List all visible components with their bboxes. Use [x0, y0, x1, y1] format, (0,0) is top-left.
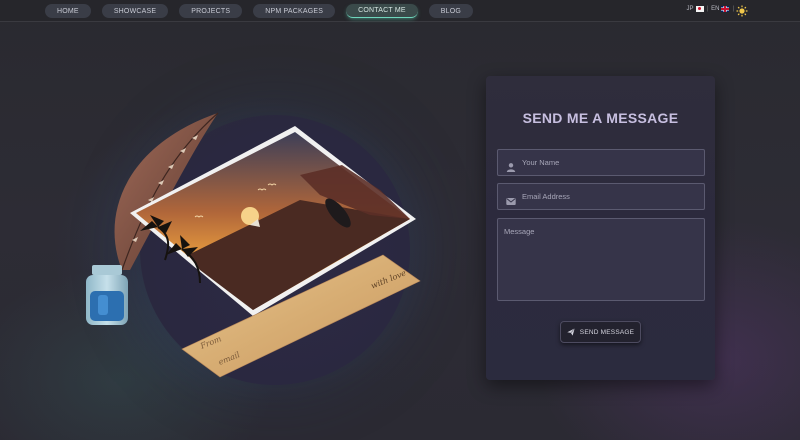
sun-icon[interactable]	[736, 4, 748, 17]
name-input[interactable]	[498, 150, 704, 175]
uk-flag-icon	[721, 6, 730, 12]
top-navigation-bar: HOME SHOWCASE PROJECTS NPM PACKAGES CONT…	[0, 0, 800, 22]
email-input[interactable]	[498, 184, 704, 209]
paper-plane-icon	[567, 328, 575, 336]
form-title: SEND ME A MESSAGE	[522, 110, 679, 126]
nav-blog[interactable]: BLOG	[428, 4, 474, 18]
language-option-jp[interactable]: JP	[687, 6, 704, 12]
nav-npm-packages[interactable]: NPM PACKAGES	[253, 4, 336, 18]
contact-form-card: SEND ME A MESSAGE SEND MESSAGE	[486, 76, 715, 380]
inkwell-icon	[86, 265, 128, 325]
language-code-jp: JP	[686, 6, 694, 12]
send-message-button[interactable]: SEND MESSAGE	[560, 321, 641, 343]
message-field	[497, 218, 705, 301]
japan-flag-icon	[695, 6, 704, 12]
language-separator: |	[706, 6, 709, 12]
main-nav: HOME SHOWCASE PROJECTS NPM PACKAGES CONT…	[45, 4, 474, 18]
language-switcher: JP | EN |	[687, 6, 734, 12]
contact-illustration: From email with love	[70, 95, 430, 395]
language-code-en: EN	[711, 6, 720, 12]
language-option-en[interactable]: EN	[711, 6, 730, 12]
user-icon	[506, 159, 516, 172]
mail-icon	[506, 193, 516, 205]
nav-projects[interactable]: PROJECTS	[179, 4, 243, 18]
message-textarea[interactable]	[498, 219, 704, 300]
nav-showcase[interactable]: SHOWCASE	[101, 4, 169, 18]
send-message-label: SEND MESSAGE	[579, 328, 635, 336]
email-field	[497, 183, 705, 210]
nav-home[interactable]: HOME	[45, 4, 91, 18]
theme-separator: |	[732, 6, 734, 12]
nav-contact-me[interactable]: CONTACT ME	[346, 4, 418, 18]
name-field	[497, 149, 705, 176]
